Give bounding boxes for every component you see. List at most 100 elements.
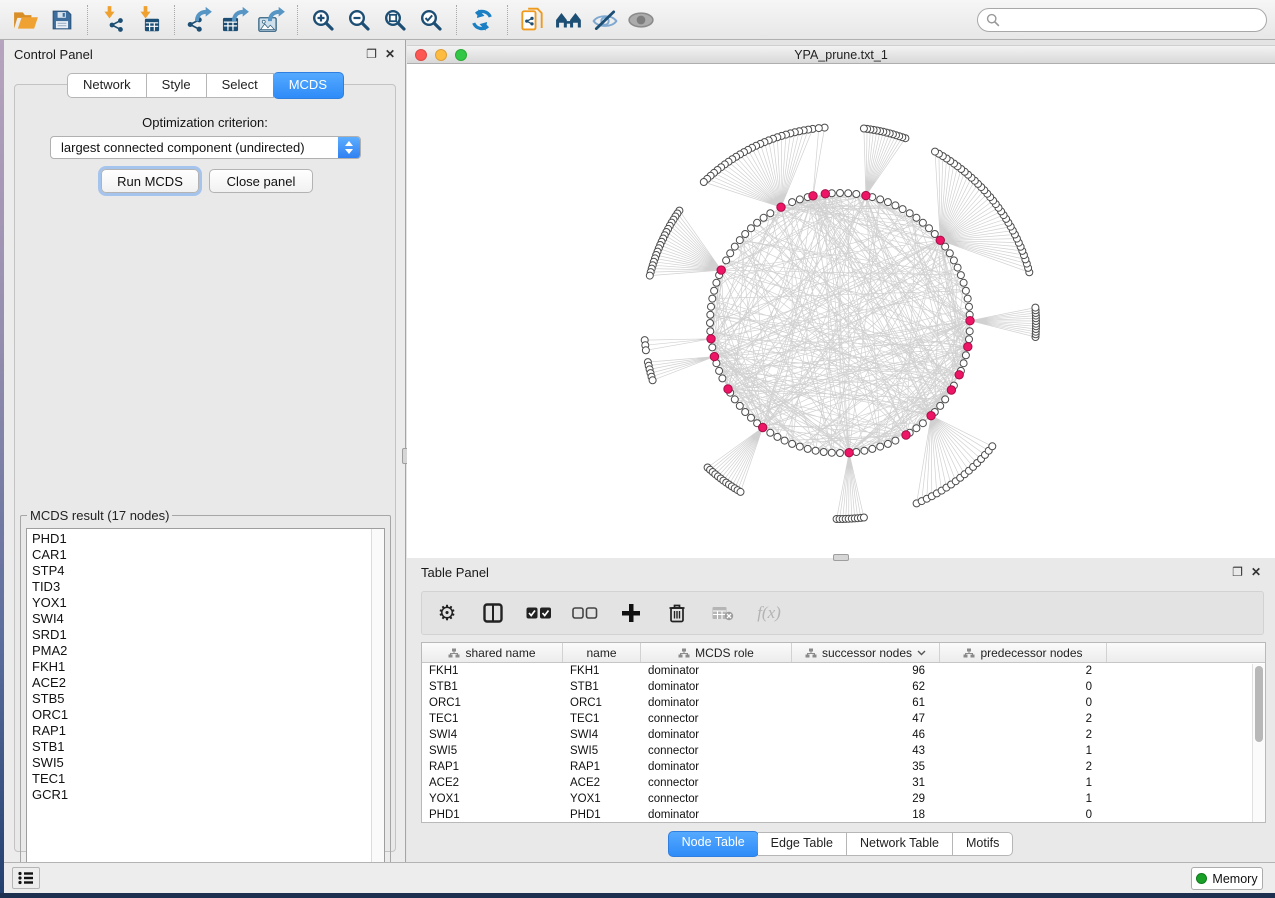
criterion-select[interactable]: largest connected component (undirected) bbox=[50, 136, 361, 159]
column-header[interactable]: predecessor nodes bbox=[940, 643, 1107, 662]
zoom-fit-icon[interactable] bbox=[377, 4, 413, 36]
graph-node[interactable] bbox=[796, 443, 803, 450]
graph-hub-node[interactable] bbox=[966, 317, 974, 325]
tab-network-table[interactable]: Network Table bbox=[847, 832, 953, 856]
graph-node[interactable] bbox=[946, 250, 953, 257]
tab-select[interactable]: Select bbox=[207, 73, 274, 98]
table-row[interactable]: ORC1ORC1dominator610 bbox=[422, 695, 1265, 711]
column-header[interactable]: name bbox=[563, 643, 641, 662]
graph-node[interactable] bbox=[913, 214, 920, 221]
graph-node[interactable] bbox=[966, 303, 973, 310]
graph-node[interactable] bbox=[767, 210, 774, 217]
graph-node[interactable] bbox=[700, 179, 707, 186]
graph-node[interactable] bbox=[642, 347, 649, 354]
binoculars-icon[interactable] bbox=[551, 4, 587, 36]
graph-hub-node[interactable] bbox=[927, 412, 935, 420]
graph-node[interactable] bbox=[919, 219, 926, 226]
search-input[interactable] bbox=[1005, 13, 1258, 27]
graph-node[interactable] bbox=[742, 409, 749, 416]
select-all-checkboxes-icon[interactable] bbox=[526, 598, 552, 628]
memory-button[interactable]: Memory bbox=[1191, 867, 1263, 890]
graph-node[interactable] bbox=[960, 279, 967, 286]
table-scrollbar[interactable] bbox=[1252, 664, 1265, 822]
close-panel-button[interactable]: Close panel bbox=[209, 169, 313, 193]
graph-node[interactable] bbox=[789, 440, 796, 447]
network-view-canvas[interactable] bbox=[407, 64, 1275, 558]
graph-node[interactable] bbox=[1032, 304, 1039, 311]
graph-node[interactable] bbox=[926, 225, 933, 232]
graph-node[interactable] bbox=[962, 287, 969, 294]
graph-node[interactable] bbox=[919, 420, 926, 427]
graph-node[interactable] bbox=[649, 377, 656, 384]
table-row[interactable]: PHD1PHD1dominator180 bbox=[422, 807, 1265, 823]
column-header[interactable]: MCDS role bbox=[641, 643, 792, 662]
mcds-result-item[interactable]: STB1 bbox=[32, 739, 371, 755]
mcds-result-item[interactable]: FKH1 bbox=[32, 659, 371, 675]
mcds-result-item[interactable]: STB5 bbox=[32, 691, 371, 707]
tab-mcds[interactable]: MCDS bbox=[273, 72, 344, 99]
graph-node[interactable] bbox=[708, 303, 715, 310]
table-row[interactable]: TEC1TEC1connector472 bbox=[422, 711, 1265, 727]
graph-node[interactable] bbox=[892, 437, 899, 444]
mcds-list-scrollbar[interactable] bbox=[371, 529, 384, 873]
graph-hub-node[interactable] bbox=[759, 423, 767, 431]
graph-node[interactable] bbox=[767, 429, 774, 436]
column-browser-icon[interactable] bbox=[480, 598, 506, 628]
clone-network-icon[interactable] bbox=[515, 4, 551, 36]
tab-motifs[interactable]: Motifs bbox=[953, 832, 1013, 856]
graph-node[interactable] bbox=[966, 328, 973, 335]
import-network-icon[interactable] bbox=[95, 4, 131, 36]
table-row[interactable]: STB1STB1dominator620 bbox=[422, 679, 1265, 695]
graph-node[interactable] bbox=[709, 344, 716, 351]
graph-node[interactable] bbox=[781, 437, 788, 444]
graph-hub-node[interactable] bbox=[902, 431, 910, 439]
network-graph[interactable] bbox=[407, 64, 1275, 558]
graph-node[interactable] bbox=[837, 190, 844, 197]
graph-node[interactable] bbox=[760, 214, 767, 221]
mcds-result-item[interactable]: YOX1 bbox=[32, 595, 371, 611]
graph-hub-node[interactable] bbox=[955, 371, 963, 379]
column-header[interactable]: shared name bbox=[422, 643, 563, 662]
tab-edge-table[interactable]: Edge Table bbox=[758, 832, 847, 856]
graph-node[interactable] bbox=[713, 279, 720, 286]
graph-hub-node[interactable] bbox=[964, 343, 972, 351]
mcds-result-item[interactable]: GCR1 bbox=[32, 787, 371, 803]
graph-hub-node[interactable] bbox=[862, 191, 870, 199]
mcds-result-item[interactable]: SWI5 bbox=[32, 755, 371, 771]
graph-node[interactable] bbox=[707, 320, 714, 327]
export-table-icon[interactable] bbox=[218, 4, 254, 36]
graph-node[interactable] bbox=[736, 237, 743, 244]
graph-node[interactable] bbox=[731, 243, 738, 250]
tab-style[interactable]: Style bbox=[147, 73, 207, 98]
graph-node[interactable] bbox=[711, 287, 718, 294]
graph-node[interactable] bbox=[812, 447, 819, 454]
export-network-icon[interactable] bbox=[182, 4, 218, 36]
mcds-result-list[interactable]: PHD1CAR1STP4TID3YOX1SWI4SRD1PMA2FKH1ACE2… bbox=[26, 528, 385, 874]
graph-node[interactable] bbox=[960, 360, 967, 367]
column-header[interactable]: successor nodes bbox=[792, 643, 940, 662]
mcds-result-item[interactable]: PHD1 bbox=[32, 531, 371, 547]
graph-node[interactable] bbox=[853, 449, 860, 456]
graph-node[interactable] bbox=[884, 440, 891, 447]
graph-node[interactable] bbox=[845, 190, 852, 197]
graph-node[interactable] bbox=[962, 352, 969, 359]
graph-hub-node[interactable] bbox=[947, 386, 955, 394]
graph-node[interactable] bbox=[937, 402, 944, 409]
graph-node[interactable] bbox=[860, 514, 867, 521]
float-window-icon[interactable]: ❐ bbox=[366, 48, 377, 60]
graph-node[interactable] bbox=[820, 449, 827, 456]
table-settings-icon[interactable]: ⚙ bbox=[434, 598, 460, 628]
tab-network[interactable]: Network bbox=[67, 73, 147, 98]
delete-column-icon[interactable] bbox=[664, 598, 690, 628]
graph-hub-node[interactable] bbox=[717, 266, 725, 274]
export-image-icon[interactable] bbox=[254, 4, 290, 36]
mcds-result-item[interactable]: TID3 bbox=[32, 579, 371, 595]
table-row[interactable]: FKH1FKH1dominator962 bbox=[422, 663, 1265, 679]
table-row[interactable]: YOX1YOX1connector291 bbox=[422, 791, 1265, 807]
graph-hub-node[interactable] bbox=[710, 352, 718, 360]
import-table-icon[interactable] bbox=[131, 4, 167, 36]
mcds-result-item[interactable]: SRD1 bbox=[32, 627, 371, 643]
close-panel-icon[interactable]: ✕ bbox=[385, 48, 395, 60]
graph-node[interactable] bbox=[748, 225, 755, 232]
graph-node[interactable] bbox=[892, 202, 899, 209]
